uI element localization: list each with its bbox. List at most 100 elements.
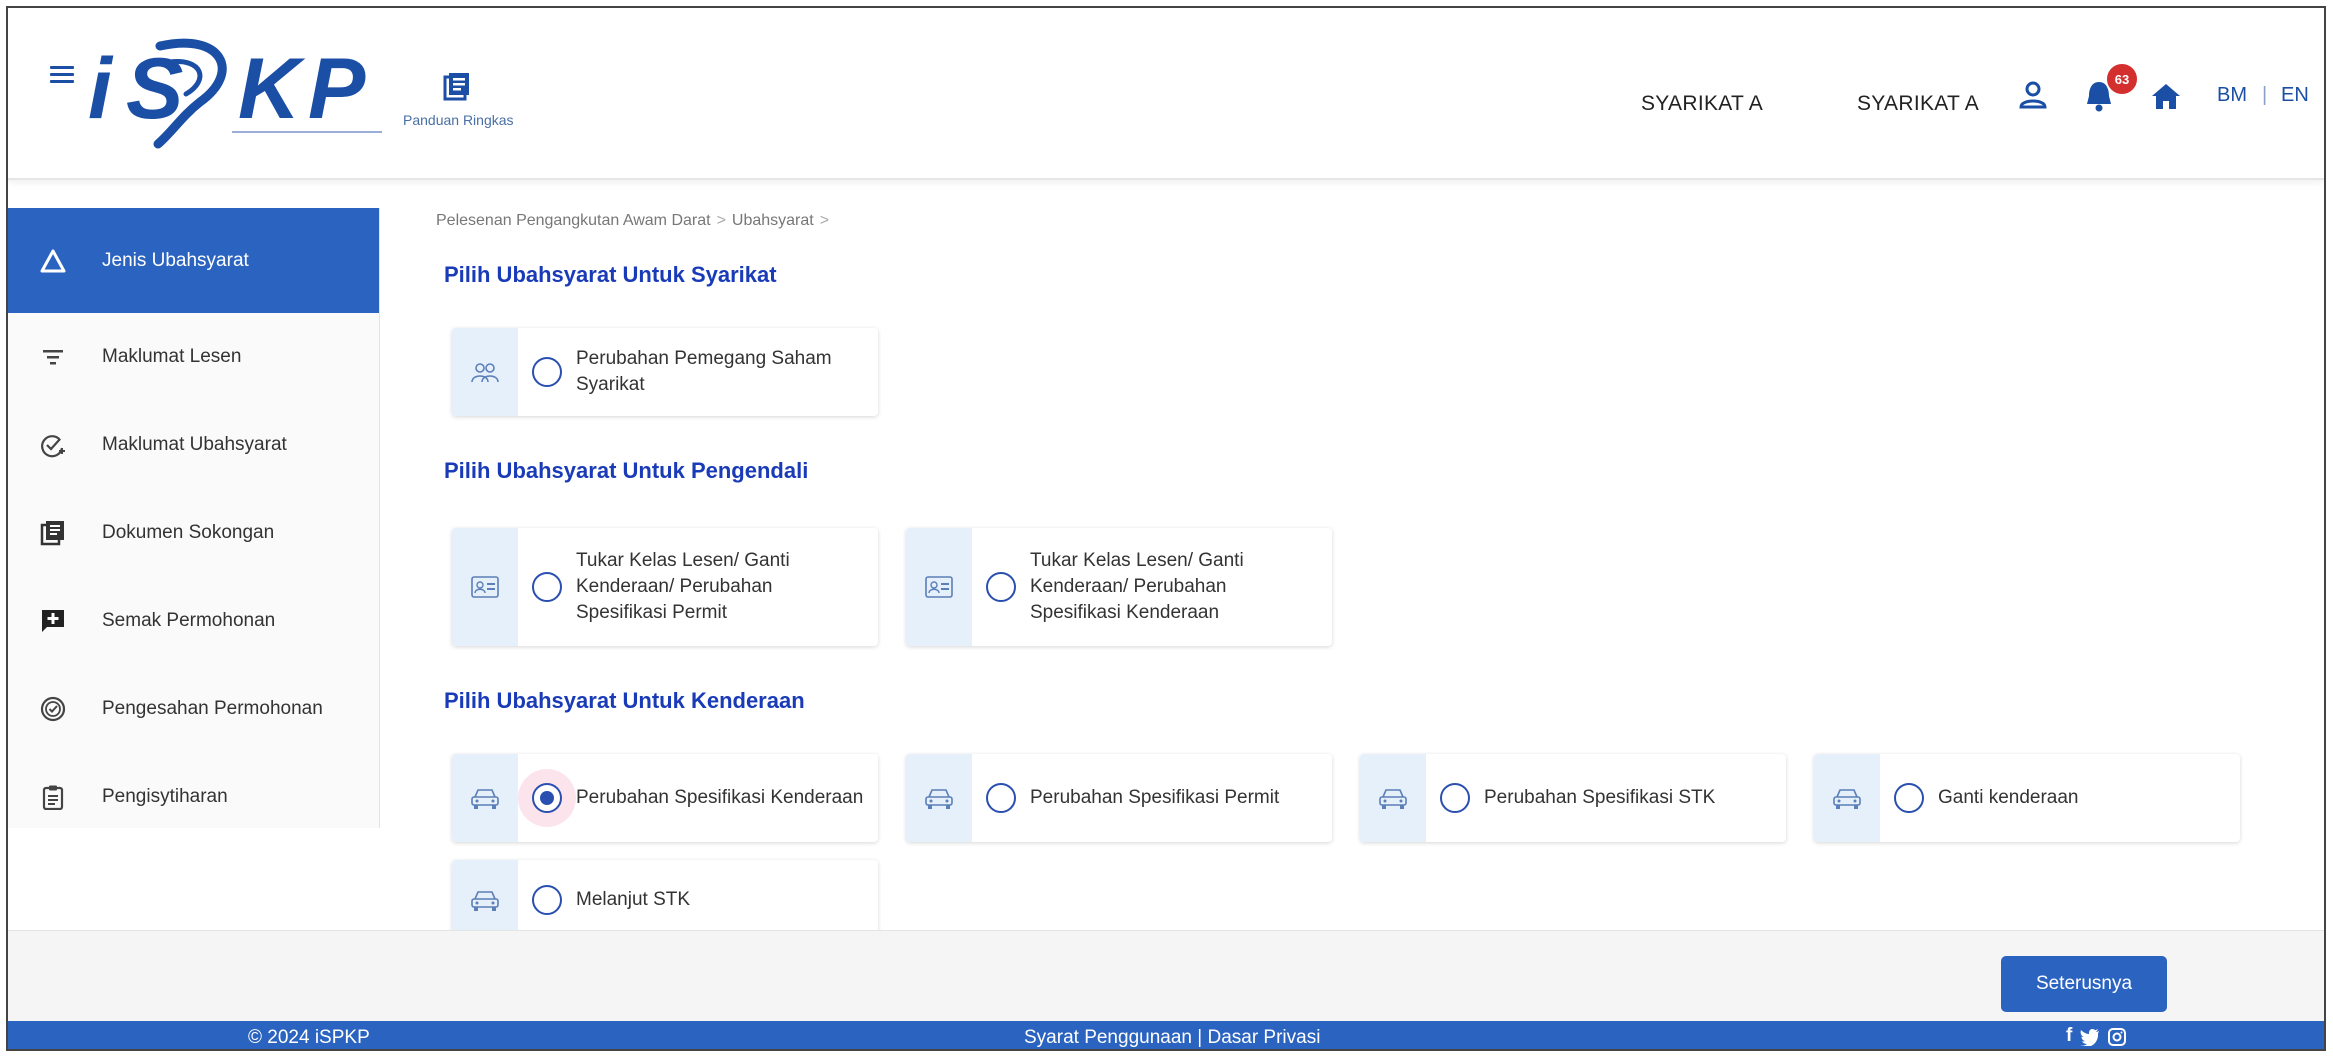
action-bar: Seterusnya: [8, 930, 2324, 1022]
car-icon: [1379, 789, 1407, 809]
id-card-icon: [471, 576, 499, 598]
option-label: Perubahan Spesifikasi STK: [1484, 787, 1716, 808]
breadcrumb-item[interactable]: Ubahsyarat: [732, 212, 814, 229]
company-name-primary[interactable]: SYARIKAT A: [1641, 92, 1763, 116]
section-title-controller: Pilih Ubahsyarat Untuk Pengendali: [444, 458, 809, 483]
notification-badge: 63: [2105, 62, 2139, 96]
sidebar-item-jenis-ubahsyarat[interactable]: Jenis Ubahsyarat: [8, 208, 379, 313]
option-radio[interactable]: [1440, 783, 1470, 813]
svg-text:P: P: [308, 41, 366, 137]
option-card-vehicle-spec[interactable]: Perubahan Spesifikasi Kenderaan: [452, 754, 878, 842]
option-label: Tukar Kelas Lesen/ Ganti Kenderaan/ Peru…: [576, 550, 790, 623]
svg-text:K: K: [238, 41, 306, 137]
footer: © 2024 iSPKP Syarat Penggunaan | Dasar P…: [8, 1021, 2324, 1049]
sidebar: Jenis Ubahsyarat Maklumat Lesen Maklumat…: [8, 208, 380, 828]
sidebar-item-label: Jenis Ubahsyarat: [102, 249, 249, 271]
sidebar-item-maklumat-lesen[interactable]: Maklumat Lesen: [8, 313, 379, 401]
car-icon: [925, 789, 953, 809]
book-icon: [40, 521, 64, 546]
option-radio[interactable]: [532, 885, 562, 915]
icon-box: [452, 328, 518, 416]
footer-links: Syarat Penggunaan | Dasar Privasi: [1024, 1027, 1320, 1049]
option-radio[interactable]: [532, 783, 562, 813]
filter-icon: [43, 350, 63, 365]
option-card-stk-spec[interactable]: Perubahan Spesifikasi STK: [1360, 754, 1786, 842]
option-label: Perubahan Spesifikasi Kenderaan: [576, 787, 864, 808]
copyright-text: © 2024 iSPKP: [248, 1027, 370, 1048]
user-icon[interactable]: [2018, 80, 2048, 110]
option-radio[interactable]: [532, 572, 562, 602]
section-title-company: Pilih Ubahsyarat Untuk Syarikat: [444, 262, 777, 287]
option-radio[interactable]: [1894, 783, 1924, 813]
svg-text:i: i: [88, 41, 114, 137]
car-icon: [471, 891, 499, 911]
option-label: Melanjut STK: [576, 889, 691, 910]
quick-guide-label: Panduan Ringkas: [403, 112, 514, 128]
sidebar-item-pengisytiharan[interactable]: Pengisytiharan: [8, 753, 379, 841]
people-icon: [471, 363, 499, 383]
menu-icon[interactable]: [50, 66, 74, 84]
lang-bm-link[interactable]: BM: [2217, 84, 2247, 107]
icon-box: [1360, 754, 1426, 842]
ispkp-logo[interactable]: i S K P: [82, 32, 402, 152]
option-label: Perubahan Pemegang Saham Syarikat: [576, 348, 832, 395]
icon-box: [1814, 754, 1880, 842]
icon-box: [906, 754, 972, 842]
lang-en-link[interactable]: EN: [2281, 84, 2309, 107]
breadcrumb: Pelesenan Pengangkutan Awam Darat > Ubahsy…: [436, 212, 835, 230]
icon-box: [452, 528, 518, 646]
lang-separator: |: [2262, 84, 2268, 106]
sidebar-item-semak-permohonan[interactable]: Semak Permohonan: [8, 577, 379, 665]
social-links: f: [2066, 1025, 2127, 1047]
option-label: Ganti kenderaan: [1938, 787, 2079, 808]
app-window: i S K P Panduan Ringkas SYARIKAT A SYARI…: [6, 6, 2326, 1051]
breadcrumb-separator: >: [716, 212, 726, 229]
book-icon: [443, 73, 469, 101]
check-circle-icon: [41, 435, 65, 458]
next-button[interactable]: Seterusnya: [2001, 956, 2167, 1012]
triangle-icon: [40, 249, 66, 272]
option-card-permit-spec[interactable]: Perubahan Spesifikasi Permit: [906, 754, 1332, 842]
icon-box: [906, 528, 972, 646]
verified-icon: [40, 696, 66, 722]
sidebar-item-maklumat-ubahsyarat[interactable]: Maklumat Ubahsyarat: [8, 401, 379, 489]
quick-guide-button[interactable]: Panduan Ringkas: [403, 72, 514, 142]
option-card-shareholder-change[interactable]: Perubahan Pemegang Saham Syarikat: [452, 328, 878, 416]
id-card-icon: [925, 576, 953, 598]
option-radio[interactable]: [532, 357, 562, 387]
company-name-secondary[interactable]: SYARIKAT A: [1857, 92, 1979, 116]
option-radio[interactable]: [986, 783, 1016, 813]
option-label: Tukar Kelas Lesen/ Ganti Kenderaan/ Peru…: [1030, 550, 1244, 623]
section-title-vehicle: Pilih Ubahsyarat Untuk Kenderaan: [444, 688, 805, 713]
sidebar-item-pengesahan-permohonan[interactable]: Pengesahan Permohonan: [8, 665, 379, 753]
sidebar-item-label: Dokumen Sokongan: [102, 522, 275, 543]
option-card-replace-vehicle[interactable]: Ganti kenderaan: [1814, 754, 2240, 842]
privacy-link[interactable]: Dasar Privasi: [1207, 1027, 1320, 1048]
footer-links-separator: |: [1197, 1027, 1203, 1048]
option-card-extend-stk[interactable]: Melanjut STK: [452, 860, 878, 940]
sidebar-item-label: Maklumat Ubahsyarat: [102, 434, 287, 455]
icon-box: [452, 860, 518, 940]
top-header: i S K P Panduan Ringkas SYARIKAT A SYARI…: [8, 8, 2324, 180]
twitter-icon[interactable]: [2080, 1028, 2100, 1046]
option-radio[interactable]: [986, 572, 1016, 602]
sidebar-item-label: Pengesahan Permohonan: [102, 698, 323, 719]
sidebar-item-label: Maklumat Lesen: [102, 346, 242, 367]
clipboard-icon: [42, 785, 64, 810]
icon-box: [452, 754, 518, 842]
add-comment-icon: [42, 610, 64, 632]
sidebar-item-label: Pengisytiharan: [102, 786, 228, 807]
sidebar-item-label: Semak Permohonan: [102, 610, 276, 631]
option-card-license-class-vehicle[interactable]: Tukar Kelas Lesen/ Ganti Kenderaan/ Peru…: [906, 528, 1332, 646]
facebook-icon[interactable]: f: [2066, 1025, 2072, 1047]
breadcrumb-item[interactable]: Pelesenan Pengangkutan Awam Darat: [436, 212, 711, 229]
option-card-license-class-permit[interactable]: Tukar Kelas Lesen/ Ganti Kenderaan/ Peru…: [452, 528, 878, 646]
sidebar-item-dokumen-sokongan[interactable]: Dokumen Sokongan: [8, 489, 379, 577]
car-icon: [1833, 789, 1861, 809]
car-icon: [471, 789, 499, 809]
instagram-icon[interactable]: [2108, 1028, 2127, 1046]
home-icon[interactable]: [2151, 82, 2181, 110]
option-label: Perubahan Spesifikasi Permit: [1030, 787, 1280, 808]
terms-link[interactable]: Syarat Penggunaan: [1024, 1027, 1192, 1048]
breadcrumb-separator: >: [819, 212, 830, 229]
